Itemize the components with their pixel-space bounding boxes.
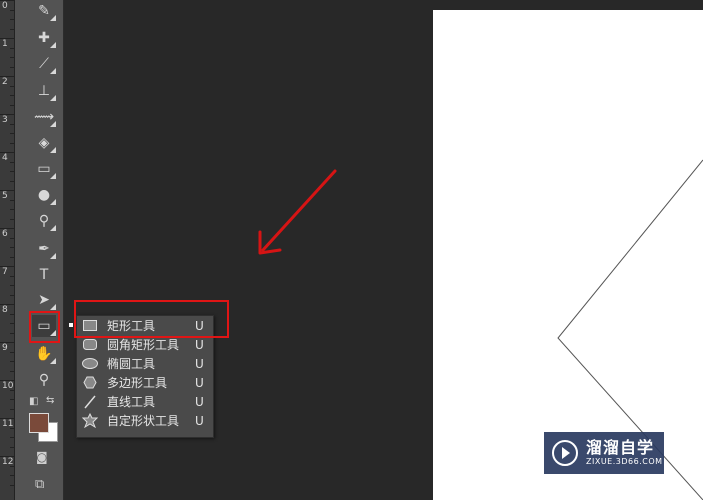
watermark-url: ZIXUE.3D66.COM (586, 457, 663, 466)
dodge-tool-button[interactable]: ⚲ (32, 210, 56, 232)
pen-tool-button[interactable]: ✒ (32, 238, 56, 260)
hand-tool-button[interactable]: ✋ (32, 343, 56, 365)
clone-stamp-tool-button[interactable]: ⊥ (32, 80, 56, 102)
rounded-rectangle-icon (79, 339, 101, 350)
brush-tool-button[interactable]: ⟋ (32, 53, 56, 75)
gradient-tool-button[interactable]: ▭ (32, 158, 56, 180)
history-brush-tool-button[interactable]: ⟿ (32, 106, 56, 128)
watermark-title: 溜溜自学 (586, 438, 655, 457)
ellipse-icon (79, 358, 101, 369)
foreground-color-swatch[interactable] (29, 413, 49, 433)
eyedropper-tool-button[interactable]: ✎ (32, 0, 56, 22)
zoom-tool-button[interactable]: ⚲ (32, 369, 56, 391)
path-selection-icon: ➤ (38, 292, 50, 308)
eraser-icon: ◈ (38, 135, 50, 151)
gradient-icon: ▭ (37, 161, 51, 177)
custom-shape-icon (79, 413, 101, 428)
menu-item-shortcut: U (195, 413, 204, 428)
menu-item-line-tool[interactable]: 直线工具 U (77, 392, 213, 411)
menu-item-polygon-tool[interactable]: 多边形工具 U (77, 373, 213, 392)
healing-brush-tool-button[interactable]: ✚ (32, 27, 56, 49)
menu-item-shortcut: U (195, 375, 204, 390)
menu-item-shortcut: U (195, 356, 204, 371)
blur-tool-button[interactable]: ● (32, 184, 56, 206)
menu-item-label: 圆角矩形工具 (107, 338, 180, 352)
menu-item-label: 椭圆工具 (107, 357, 156, 371)
pen-icon: ✒ (38, 241, 50, 257)
annotation-box-rectangle-menu-item (74, 300, 229, 338)
menu-item-custom-shape-tool[interactable]: 自定形状工具 U (77, 411, 213, 430)
menu-item-shortcut: U (195, 394, 204, 409)
eraser-tool-button[interactable]: ◈ (32, 132, 56, 154)
blur-icon: ● (37, 187, 51, 203)
dodge-icon: ⚲ (38, 213, 50, 229)
flyout-indicator (69, 323, 73, 327)
line-icon (79, 395, 101, 409)
menu-item-ellipse-tool[interactable]: 椭圆工具 U (77, 354, 213, 373)
brush-icon: ⟋ (39, 56, 49, 72)
type-tool-button[interactable]: T (32, 264, 56, 286)
menu-item-label: 自定形状工具 (107, 414, 180, 428)
clone-stamp-icon: ⊥ (37, 83, 51, 99)
healing-brush-icon: ✚ (38, 30, 50, 46)
eyedropper-icon: ✎ (38, 3, 50, 19)
rectangle-tool-tool-button[interactable]: ▭ (32, 315, 56, 337)
menu-item-label: 直线工具 (107, 395, 156, 409)
zoom-icon: ⚲ (38, 372, 50, 388)
polygon-icon (79, 376, 101, 389)
play-icon (552, 440, 578, 466)
path-selection-tool-button[interactable]: ➤ (32, 289, 56, 311)
type-icon: T (39, 267, 49, 283)
menu-item-label: 多边形工具 (107, 376, 168, 390)
menu-item-shortcut: U (195, 337, 204, 352)
watermark-logo: 溜溜自学 ZIXUE.3D66.COM (544, 432, 664, 474)
rectangle-tool-icon: ▭ (37, 318, 51, 334)
